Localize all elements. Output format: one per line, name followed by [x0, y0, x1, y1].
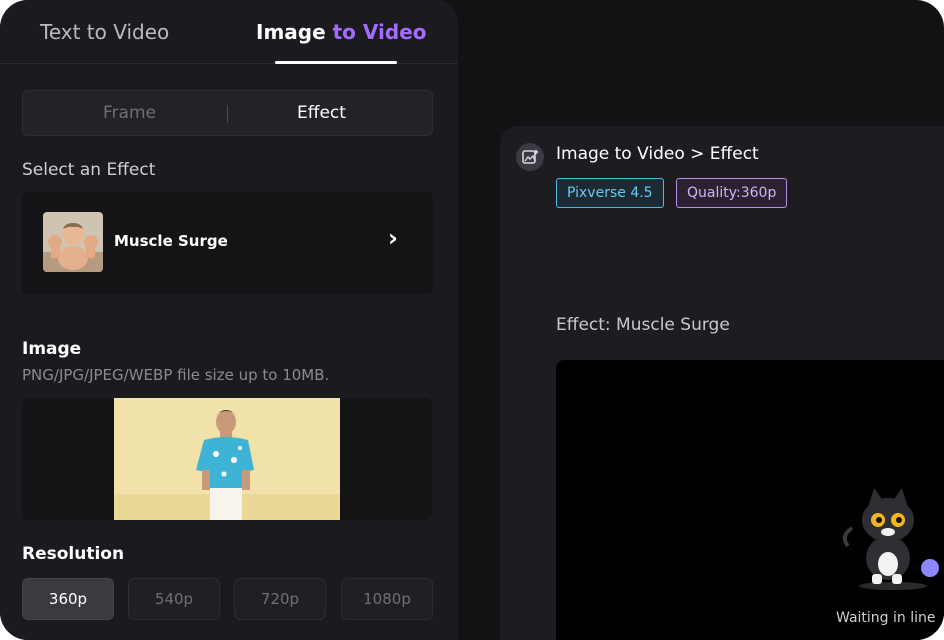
resolution-label: Resolution	[22, 544, 125, 564]
effect-line: Effect: Muscle Surge	[556, 315, 730, 335]
uploaded-image	[114, 398, 340, 520]
settings-panel: Text to Video Image to Video Frame Effec…	[0, 0, 458, 640]
image-label: Image	[22, 339, 82, 359]
resolution-360p[interactable]: 360p	[22, 578, 114, 620]
model-badge: Pixverse 4.5	[556, 178, 664, 208]
cat-mascot-icon	[838, 476, 944, 596]
tab-image-to-video-label: Image	[256, 20, 333, 44]
quality-badge: Quality:360p	[676, 178, 788, 208]
frame-option[interactable]: Frame	[103, 103, 156, 123]
select-effect-label: Select an Effect	[22, 160, 156, 180]
video-gen-icon	[516, 143, 544, 171]
app-window: Text to Video Image to Video Frame Effec…	[0, 0, 944, 640]
effect-selector[interactable]: Muscle Surge ›	[22, 192, 433, 294]
video-output: Waiting in line	[556, 360, 944, 640]
effect-name: Muscle Surge	[114, 232, 228, 250]
resolution-720p[interactable]: 720p	[234, 578, 326, 620]
preview-title: Image to Video > Effect	[556, 144, 759, 164]
tab-text-to-video[interactable]: Text to Video	[40, 20, 169, 44]
mode-tabs: Text to Video Image to Video	[0, 0, 458, 64]
effect-option[interactable]: Effect	[297, 103, 346, 123]
chevron-right-icon[interactable]: ›	[388, 224, 398, 252]
image-upload-area[interactable]	[22, 398, 432, 520]
tab-image-to-video[interactable]: Image to Video	[256, 20, 427, 44]
tab-image-to-video-accent: to Video	[332, 20, 427, 44]
toggle-divider	[227, 105, 228, 123]
preview-panel: Image to Video > Effect Pixverse 4.5 Qua…	[500, 126, 944, 640]
effect-thumbnail	[43, 212, 103, 272]
resolution-540p[interactable]: 540p	[128, 578, 220, 620]
active-tab-indicator	[275, 61, 397, 64]
frame-effect-toggle: Frame Effect	[22, 90, 433, 136]
image-hint: PNG/JPG/JPEG/WEBP file size up to 10MB.	[22, 366, 330, 384]
resolution-1080p[interactable]: 1080p	[341, 578, 433, 620]
waiting-status: Waiting in line	[836, 610, 936, 626]
